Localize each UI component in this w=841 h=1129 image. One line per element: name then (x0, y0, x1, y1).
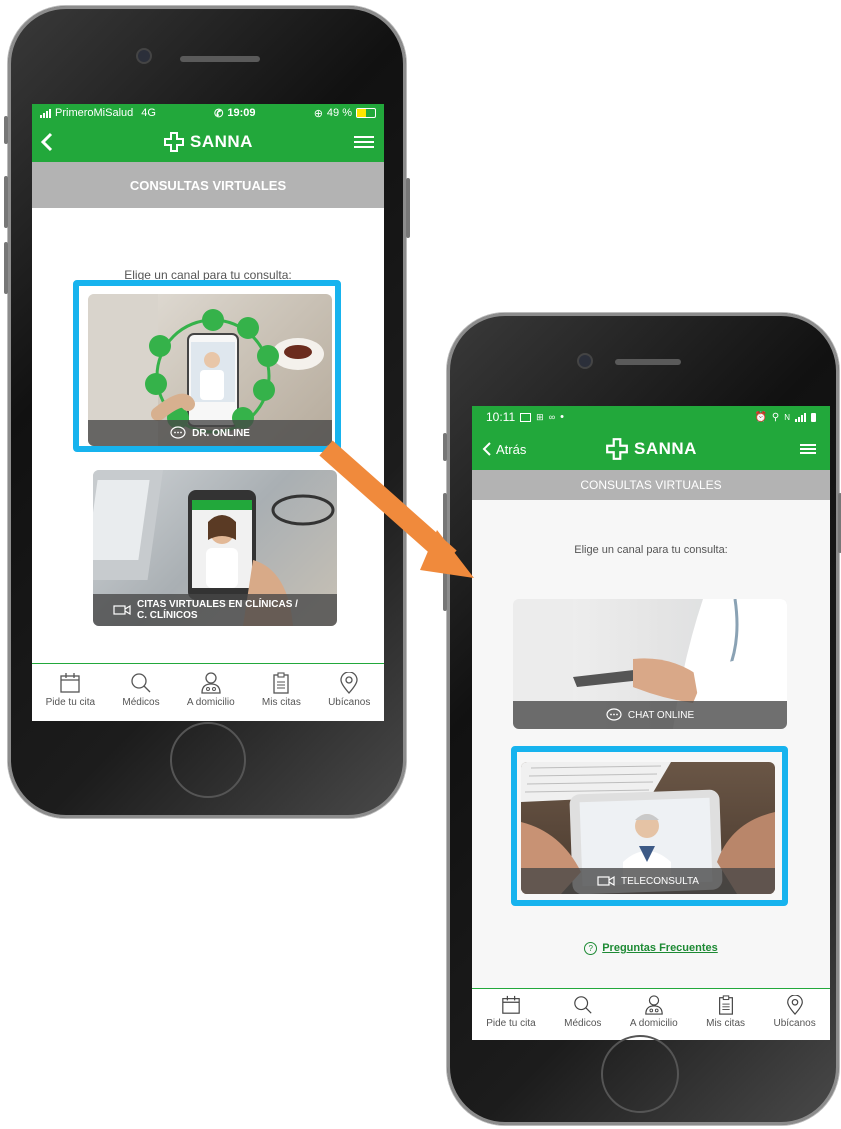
help-icon: ? (584, 942, 598, 955)
tab-a-domicilio[interactable]: A domicilio (187, 672, 235, 708)
sanna-cross-icon (164, 132, 185, 152)
section-header: CONSULTAS VIRTUALES (32, 162, 384, 208)
doctor-icon (201, 672, 221, 694)
tab-medicos[interactable]: Médicos (564, 995, 601, 1029)
brand-logo: SANNA (163, 131, 253, 153)
back-button[interactable]: Atrás (482, 428, 526, 470)
tab-pide-tu-cita[interactable]: Pide tu cita (46, 672, 95, 708)
card-label: CITAS VIRTUALES EN CLÍNICAS / C. CLÍNICO… (137, 599, 298, 621)
brand-name: SANNA (634, 439, 697, 458)
doctor-icon (644, 995, 663, 1015)
card-chat-online[interactable]: CHAT ONLINE (513, 599, 787, 729)
front-camera (579, 355, 591, 367)
status-bar: 10:11 ⊞ ∞ • ⏰ ⚲ N (472, 406, 830, 428)
tab-ubicanos[interactable]: Ubícanos (773, 995, 816, 1029)
tab-label: Pide tu cita (486, 1018, 536, 1029)
sanna-cross-icon (606, 438, 628, 460)
clock-time: 19:09 (227, 107, 256, 119)
battery-icon (356, 108, 376, 118)
tab-mis-citas[interactable]: Mis citas (262, 672, 301, 708)
faq-label: Preguntas Frecuentes (602, 942, 718, 954)
menu-button[interactable] (800, 428, 816, 470)
back-label: Atrás (496, 441, 527, 457)
brand-name: SANNA (190, 132, 253, 151)
chevron-left-icon (40, 132, 53, 152)
battery-icon (811, 412, 816, 422)
battery-percent: 49 % (326, 107, 352, 119)
card-label: CHAT ONLINE (627, 709, 695, 721)
hamburger-icon (354, 133, 374, 151)
tab-label: A domicilio (629, 1018, 678, 1029)
voicemail-icon: ∞ (548, 412, 556, 422)
tab-label: Médicos (122, 697, 160, 708)
hamburger-icon (800, 442, 816, 456)
earpiece (615, 359, 681, 365)
image-icon (520, 412, 532, 422)
app-notification-icon: ⊞ (536, 411, 544, 422)
calendar-icon (502, 995, 520, 1014)
home-button[interactable] (170, 722, 246, 798)
channel-prompt: Elige un canal para tu consulta: (574, 544, 728, 556)
tab-mis-citas[interactable]: Mis citas (706, 995, 745, 1029)
app-header: Atrás SANNA (472, 428, 830, 470)
menu-button[interactable] (354, 122, 374, 162)
tab-pide-tu-cita[interactable]: Pide tu cita (486, 995, 536, 1029)
tab-label: Médicos (564, 1018, 602, 1029)
card-caption: CHAT ONLINE (513, 701, 787, 729)
network-label: 4G (141, 107, 156, 119)
search-icon (131, 673, 151, 693)
search-icon (574, 996, 592, 1014)
highlight-frame-teleconsulta (511, 746, 788, 906)
app-header: SANNA (32, 122, 384, 162)
clock-time: 10:11 (486, 410, 516, 424)
card-caption: CITAS VIRTUALES EN CLÍNICAS / C. CLÍNICO… (93, 594, 337, 626)
status-bar: PrimeroMiSalud 4G ✆ 19:09 ⊕ 49 % (32, 104, 384, 122)
clipboard-icon (273, 672, 290, 694)
carrier-label: PrimeroMiSalud (55, 107, 134, 119)
section-header: CONSULTAS VIRTUALES (472, 470, 830, 500)
signal-icon (795, 412, 806, 422)
signal-icon (40, 108, 51, 118)
section-title: CONSULTAS VIRTUALES (580, 478, 722, 492)
chevron-left-icon (482, 442, 491, 456)
phone-call-icon: ✆ (214, 107, 224, 120)
tab-medicos[interactable]: Médicos (122, 672, 160, 708)
clipboard-icon (718, 995, 733, 1015)
chat-bubble-icon (606, 708, 622, 721)
tab-ubicanos[interactable]: Ubícanos (328, 672, 370, 708)
bottom-tab-bar: Pide tu cita Médicos A domicilio Mis cit… (32, 663, 384, 721)
phone-right: 10:11 ⊞ ∞ • ⏰ ⚲ N Atrás SANNA CONSULTAS … (443, 313, 841, 1125)
content-area (472, 500, 830, 988)
tab-label: Ubícanos (328, 697, 371, 708)
dot-icon: • (560, 411, 564, 423)
video-camera-icon (113, 604, 131, 616)
tab-label: Pide tu cita (45, 697, 96, 708)
tab-label: Mis citas (261, 697, 301, 708)
home-button[interactable] (601, 1035, 679, 1113)
tab-label: Mis citas (706, 1018, 746, 1029)
tab-label: A domicilio (186, 697, 235, 708)
faq-link[interactable]: ? Preguntas Frecuentes (472, 942, 830, 955)
highlight-frame-dr-online (73, 280, 341, 452)
back-button[interactable] (40, 122, 54, 162)
card-citas-virtuales[interactable]: CITAS VIRTUALES EN CLÍNICAS / C. CLÍNICO… (93, 470, 337, 626)
earpiece (180, 56, 260, 62)
alarm-icon: ⏰ (754, 411, 767, 423)
brand-logo: SANNA (605, 437, 697, 461)
screen-right: 10:11 ⊞ ∞ • ⏰ ⚲ N Atrás SANNA CONSULTAS … (472, 406, 830, 1040)
tab-label: Ubícanos (773, 1018, 816, 1029)
bottom-tab-bar: Pide tu cita Médicos A domicilio Mis cit… (472, 988, 830, 1040)
nfc-icon: N (784, 412, 790, 422)
rotation-lock-icon: ⊕ (313, 107, 323, 120)
location-pin-icon (340, 672, 358, 694)
location-status-icon: ⚲ (771, 411, 780, 423)
location-pin-icon (786, 995, 803, 1015)
tab-a-domicilio[interactable]: A domicilio (630, 995, 678, 1029)
section-title: CONSULTAS VIRTUALES (129, 177, 287, 193)
front-camera (138, 50, 150, 62)
calendar-icon (60, 673, 81, 693)
